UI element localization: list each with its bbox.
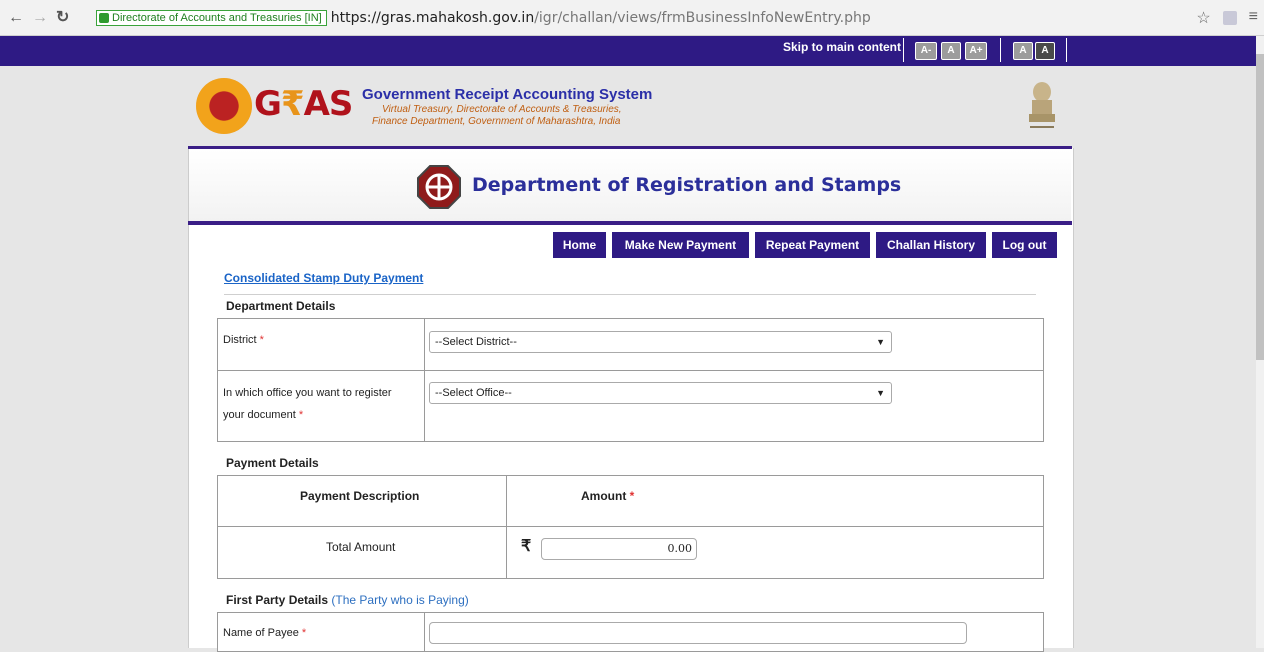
back-arrow-icon[interactable]: ← [8,8,24,28]
extension-icon[interactable] [1222,11,1237,25]
department-title: Department of Registration and Stamps [472,174,902,196]
nav-repeat-payment[interactable]: Repeat Payment [755,232,870,258]
office-label: In which office you want to register you… [223,384,392,425]
divider [1066,38,1067,62]
total-amount-label: Total Amount [326,540,396,554]
office-select[interactable]: --Select Office-- ▼ [429,382,892,404]
site-subtitle: Virtual Treasury, Directorate of Account… [372,104,622,128]
site-title: Government Receipt Accounting System [362,86,653,103]
dropdown-arrow-icon: ▼ [876,337,885,347]
district-select[interactable]: --Select District-- ▼ [429,331,892,353]
contrast-light-button[interactable]: A [1013,42,1033,60]
font-normal-button[interactable]: A [941,42,961,60]
maharashtra-seal-icon [196,78,252,134]
first-party-note: (The Party who is Paying) [331,593,469,607]
divider [1000,38,1001,62]
contrast-dark-button[interactable]: A [1035,42,1055,60]
office-label-line2: your document [223,409,296,421]
total-amount-field[interactable]: 0.00 [541,538,697,560]
payee-name-field[interactable] [429,622,967,644]
divider [217,526,1044,527]
consolidated-stamp-duty-link[interactable]: Consolidated Stamp Duty Payment [224,271,423,285]
url-text[interactable]: https://gras.mahakosh.gov.in/igr/challan… [331,10,871,26]
required-mark: * [629,489,635,503]
scrollbar-thumb[interactable] [1256,54,1264,360]
logo-letters-as: AS [303,84,354,124]
lock-icon [99,13,109,23]
top-accessibility-bar [0,36,1256,66]
logo-letter-g: G [254,84,282,124]
security-label: Directorate of Accounts and Treasuries [… [112,12,322,24]
amount-header: Amount * [581,489,635,503]
site-header [0,66,1256,148]
nav-log-out[interactable]: Log out [992,232,1057,258]
divider [217,370,1044,371]
required-mark: * [259,334,264,346]
nav-make-new-payment[interactable]: Make New Payment [612,232,749,258]
divider [424,612,425,652]
site-subtitle-line1: Virtual Treasury, Directorate of Account… [382,104,622,115]
required-mark: * [298,409,304,421]
nav-home[interactable]: Home [553,232,606,258]
font-increase-button[interactable]: A+ [965,42,987,60]
reload-icon[interactable]: ↻ [56,8,69,28]
font-decrease-button[interactable]: A- [915,42,937,60]
dropdown-arrow-icon: ▼ [876,388,885,398]
department-details-heading: Department Details [226,299,336,313]
payment-description-header: Payment Description [300,489,420,503]
url-domain: https://gras.mahakosh.gov.in [330,10,535,26]
divider [224,294,1036,295]
office-label-line1: In which office you want to register [223,387,392,399]
district-label: District * [223,334,264,346]
address-bar[interactable]: Directorate of Accounts and Treasuries [… [96,7,871,29]
security-badge[interactable]: Directorate of Accounts and Treasuries [… [96,10,327,26]
url-path: /igr/challan/views/frmBusinessInfoNewEnt… [534,10,871,26]
site-subtitle-line2: Finance Department, Government of Mahara… [372,116,621,127]
star-icon[interactable]: ☆ [1196,8,1210,28]
required-mark: * [301,627,307,639]
browser-toolbar: ← → ↻ Directorate of Accounts and Treasu… [0,0,1264,36]
hamburger-menu-icon[interactable]: ≡ [1249,8,1258,28]
payment-details-heading: Payment Details [226,456,319,470]
ashoka-emblem-icon [1029,82,1055,128]
divider [188,221,1072,225]
district-select-value: --Select District-- [435,336,517,348]
payee-label: Name of Payee * [223,627,307,639]
divider [188,146,1072,149]
logo-rupee: ₹ [280,84,305,124]
total-amount-value: 0.00 [667,542,693,555]
forward-arrow-icon[interactable]: → [32,8,48,28]
rupee-icon: ₹ [521,538,532,555]
gras-logo: G₹AS [254,84,354,124]
department-logo-icon [417,165,461,209]
divider [506,475,507,579]
office-select-value: --Select Office-- [435,387,512,399]
skip-to-content-link[interactable]: Skip to main content [783,40,901,54]
nav-challan-history[interactable]: Challan History [876,232,986,258]
divider [424,318,425,442]
first-party-details-heading: First Party Details (The Party who is Pa… [226,593,469,607]
divider [903,38,904,62]
